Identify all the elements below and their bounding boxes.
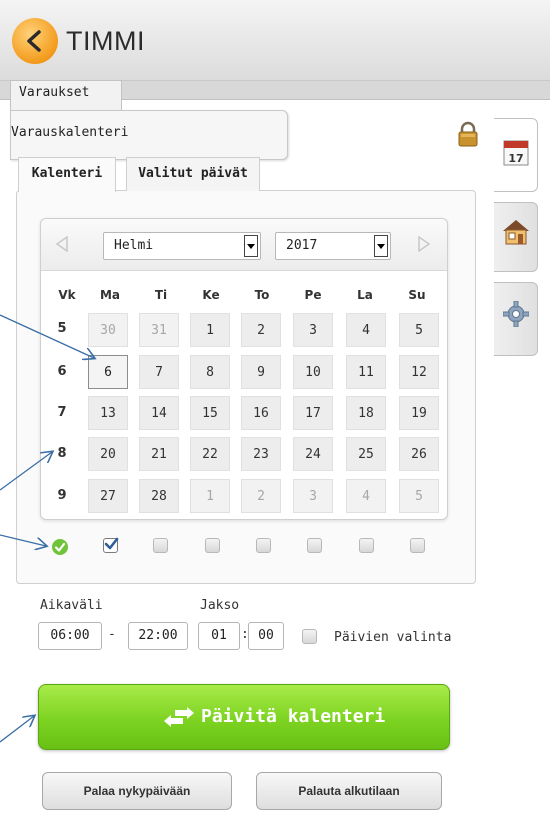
- day-cell[interactable]: 30: [88, 313, 128, 347]
- submenu-label: Varauskalenteri: [11, 125, 129, 140]
- jakso-label: Jakso: [200, 598, 240, 613]
- day-cell[interactable]: 9: [241, 355, 281, 389]
- tab-kalenteri-label: Kalenteri: [31, 166, 103, 181]
- start-time-field[interactable]: 06:00: [38, 622, 102, 650]
- day-cell[interactable]: 4: [346, 313, 386, 347]
- weekday-checkbox-ke[interactable]: [205, 538, 220, 553]
- day-cell[interactable]: 25: [346, 437, 386, 471]
- year-select[interactable]: 2017: [275, 232, 391, 260]
- paivien-valinta-label: Päivien valinta: [334, 630, 452, 645]
- day-cell[interactable]: 3: [293, 479, 333, 513]
- svg-text:17: 17: [508, 152, 523, 165]
- day-cell[interactable]: 8: [190, 355, 230, 389]
- select-all-check-icon[interactable]: [52, 539, 68, 555]
- day-cell[interactable]: 2: [241, 479, 281, 513]
- month-select-value: Helmi: [114, 238, 154, 253]
- day-cell[interactable]: 15: [190, 396, 230, 430]
- day-cell[interactable]: 11: [346, 355, 386, 389]
- side-tab-home[interactable]: [494, 202, 538, 272]
- weekday-checkbox-pe[interactable]: [307, 538, 322, 553]
- jakso-hours-field[interactable]: 01: [198, 622, 240, 650]
- weekday-checkbox-ti[interactable]: [153, 538, 168, 553]
- col-header-to: To: [254, 288, 270, 302]
- tab-varaukset[interactable]: Varaukset: [10, 80, 122, 110]
- return-today-button[interactable]: Palaa nykypäivään: [42, 772, 232, 810]
- app-title: TIMMI: [66, 26, 145, 56]
- day-cell[interactable]: 21: [139, 437, 179, 471]
- day-cell[interactable]: 26: [399, 437, 439, 471]
- day-cell[interactable]: 27: [88, 479, 128, 513]
- reset-button[interactable]: Palauta alkutilaan: [256, 772, 442, 810]
- col-header-ke: Ke: [202, 288, 220, 302]
- day-cell[interactable]: 16: [241, 396, 281, 430]
- day-cell[interactable]: 4: [346, 479, 386, 513]
- col-header-su: Su: [408, 288, 426, 302]
- day-cell[interactable]: 23: [241, 437, 281, 471]
- day-cell[interactable]: 7: [139, 355, 179, 389]
- tab-valitut-paivat-label: Valitut päivät: [138, 166, 248, 181]
- day-cell[interactable]: 2: [241, 313, 281, 347]
- day-cell[interactable]: 5: [399, 479, 439, 513]
- year-select-value: 2017: [286, 238, 318, 253]
- day-cell[interactable]: 22: [190, 437, 230, 471]
- col-header-ti: Ti: [154, 288, 168, 302]
- col-header-la: La: [357, 288, 373, 302]
- day-cell[interactable]: 14: [139, 396, 179, 430]
- day-cell[interactable]: 24: [293, 437, 333, 471]
- col-header-pe: Pe: [304, 288, 322, 302]
- day-cell[interactable]: 19: [399, 396, 439, 430]
- day-cell-today[interactable]: 6: [88, 355, 128, 389]
- day-cell[interactable]: 3: [293, 313, 333, 347]
- annotation-arrow: [0, 716, 34, 743]
- day-cell[interactable]: 10: [293, 355, 333, 389]
- day-cell[interactable]: 18: [346, 396, 386, 430]
- weekday-checkbox-su[interactable]: [410, 538, 425, 553]
- day-cell[interactable]: 5: [399, 313, 439, 347]
- side-tab-calendar[interactable]: 17: [494, 118, 538, 192]
- week-number[interactable]: 9: [52, 488, 72, 503]
- week-number[interactable]: 6: [52, 364, 72, 379]
- day-cell[interactable]: 1: [190, 479, 230, 513]
- week-number[interactable]: 5: [52, 321, 72, 336]
- year-dropdown-icon[interactable]: [374, 235, 388, 257]
- month-dropdown-icon[interactable]: [244, 235, 258, 257]
- aikavali-label: Aikaväli: [40, 598, 103, 613]
- prev-month-icon[interactable]: [55, 236, 69, 252]
- update-calendar-label: Päivitä kalenteri: [201, 706, 386, 727]
- update-calendar-button[interactable]: Päivitä kalenteri: [38, 684, 450, 750]
- day-cell[interactable]: 17: [293, 396, 333, 430]
- month-select[interactable]: Helmi: [103, 232, 261, 260]
- week-number[interactable]: 8: [52, 446, 72, 461]
- col-header-ma: Ma: [99, 288, 121, 302]
- lock-icon[interactable]: [457, 121, 479, 147]
- day-cell[interactable]: 13: [88, 396, 128, 430]
- day-cell[interactable]: 28: [139, 479, 179, 513]
- weekday-checkbox-to[interactable]: [256, 538, 271, 553]
- gear-icon: [503, 301, 529, 327]
- day-cell[interactable]: 1: [190, 313, 230, 347]
- side-tab-settings[interactable]: [494, 282, 538, 356]
- day-cell[interactable]: 20: [88, 437, 128, 471]
- day-cell[interactable]: 31: [139, 313, 179, 347]
- tab-valitut-paivat[interactable]: Valitut päivät: [126, 157, 260, 191]
- submenu-varauskalenteri[interactable]: Varauskalenteri: [10, 110, 288, 160]
- tab-kalenteri[interactable]: Kalenteri: [18, 157, 116, 192]
- house-icon: [503, 220, 529, 245]
- paivien-valinta-checkbox[interactable]: [302, 629, 317, 644]
- col-header-vk: Vk: [58, 288, 76, 302]
- jakso-minutes-field[interactable]: 00: [248, 622, 284, 650]
- end-time-field[interactable]: 22:00: [128, 622, 188, 650]
- calendar-icon: 17: [503, 140, 529, 166]
- calendar-header: Helmi 2017: [41, 219, 447, 271]
- next-month-icon[interactable]: [417, 236, 431, 252]
- day-cell[interactable]: 12: [399, 355, 439, 389]
- weekday-checkbox-ma[interactable]: [103, 537, 119, 553]
- back-logo-icon[interactable]: [12, 18, 58, 64]
- app-header: TIMMI: [0, 0, 550, 80]
- swap-arrows-icon: [164, 707, 194, 727]
- week-number[interactable]: 7: [52, 405, 72, 420]
- weekday-checkbox-la[interactable]: [359, 538, 374, 553]
- time-range-dash: -: [108, 627, 116, 642]
